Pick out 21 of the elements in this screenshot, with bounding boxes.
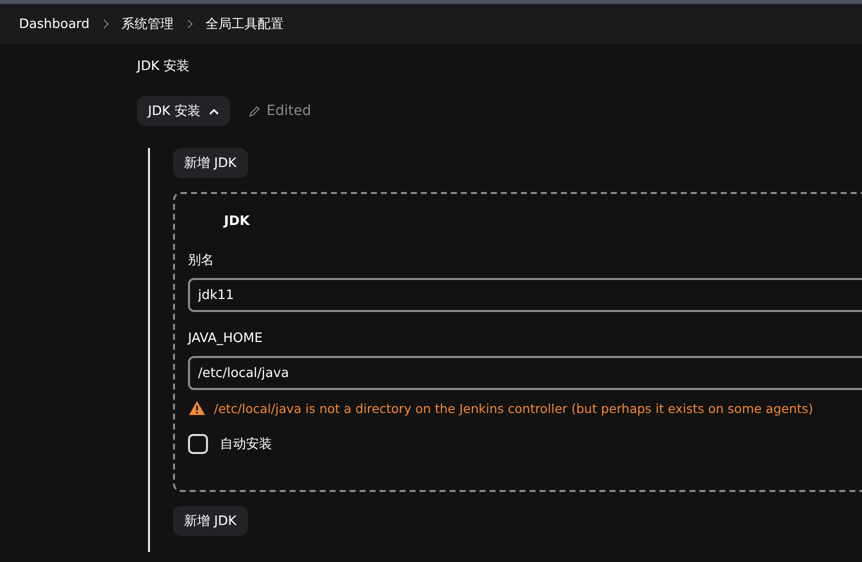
input-field[interactable]: /etc/local/java (188, 356, 862, 390)
breadcrumb-link[interactable]: 系统管理 (122, 15, 174, 33)
checkbox[interactable] (188, 434, 208, 454)
add-jdk-button[interactable]: 新增 JDK (173, 506, 248, 536)
chevron-icon (102, 19, 110, 29)
pencil-icon (248, 104, 261, 118)
add-jdk-button[interactable]: 新增 JDK (173, 148, 248, 178)
chevron-icon (186, 19, 194, 29)
input-field[interactable]: jdk11 (188, 278, 862, 312)
edited-label: Edited (266, 103, 312, 119)
section-toggle[interactable]: JDK 安装 (137, 96, 230, 126)
field-label: JAVA_HOME (188, 330, 264, 348)
checkbox-label: 自动安装 (220, 436, 272, 453)
breadcrumb-link[interactable]: 全局工具配置 (206, 15, 284, 33)
field-label: 别名 (188, 252, 215, 270)
section-title: JDK 安装 (137, 58, 191, 76)
warning-message: /etc/local/java is not a directory on the Jenkins controller (but perhaps it exists on some agents) (214, 400, 814, 416)
caret-icon (208, 108, 219, 114)
card-title: JDK (224, 212, 251, 230)
warning-icon (188, 400, 206, 416)
breadcrumb-link[interactable]: Dashboard (19, 16, 90, 32)
